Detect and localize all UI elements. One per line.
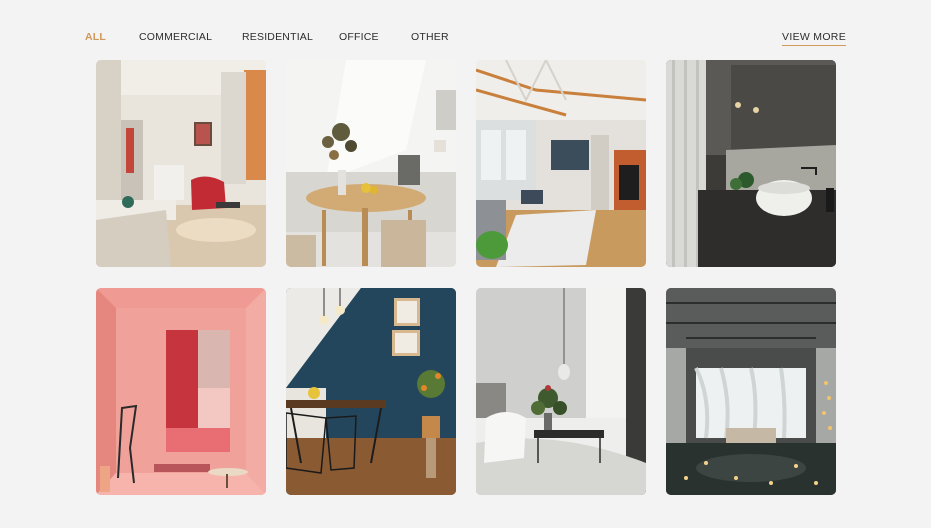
gallery-image-blue-wall-dining[interactable]	[286, 288, 456, 495]
gallery-image-bathroom[interactable]	[666, 60, 836, 267]
gallery-image-bedroom[interactable]	[476, 288, 646, 495]
gallery-image-industrial-loft[interactable]	[666, 288, 836, 495]
loft-fireplace-image	[476, 60, 646, 267]
industrial-loft-candles-image	[666, 288, 836, 495]
gallery-image-loft-fireplace[interactable]	[476, 60, 646, 267]
bedroom-plant-image	[476, 288, 646, 495]
blue-wall-dining-image	[286, 288, 456, 495]
pink-room-image	[96, 288, 266, 495]
filter-other[interactable]: OTHER	[411, 30, 449, 44]
view-more-link[interactable]: VIEW MORE	[782, 30, 846, 46]
gallery-image-dining-table[interactable]	[286, 60, 456, 267]
gallery-image-pink-room[interactable]	[96, 288, 266, 495]
portfolio-gallery-section: ALL COMMERCIAL RESIDENTIAL OFFICE OTHER …	[0, 0, 931, 528]
dining-table-flowers-image	[286, 60, 456, 267]
gallery-image-living-room[interactable]	[96, 60, 266, 267]
living-room-red-armchair-image	[96, 60, 266, 267]
image-grid	[96, 60, 836, 495]
filter-all[interactable]: ALL	[85, 30, 106, 44]
filter-residential[interactable]: RESIDENTIAL	[242, 30, 313, 44]
filter-commercial[interactable]: COMMERCIAL	[139, 30, 212, 44]
dark-bathroom-sink-image	[666, 60, 836, 267]
filter-office[interactable]: OFFICE	[339, 30, 379, 44]
